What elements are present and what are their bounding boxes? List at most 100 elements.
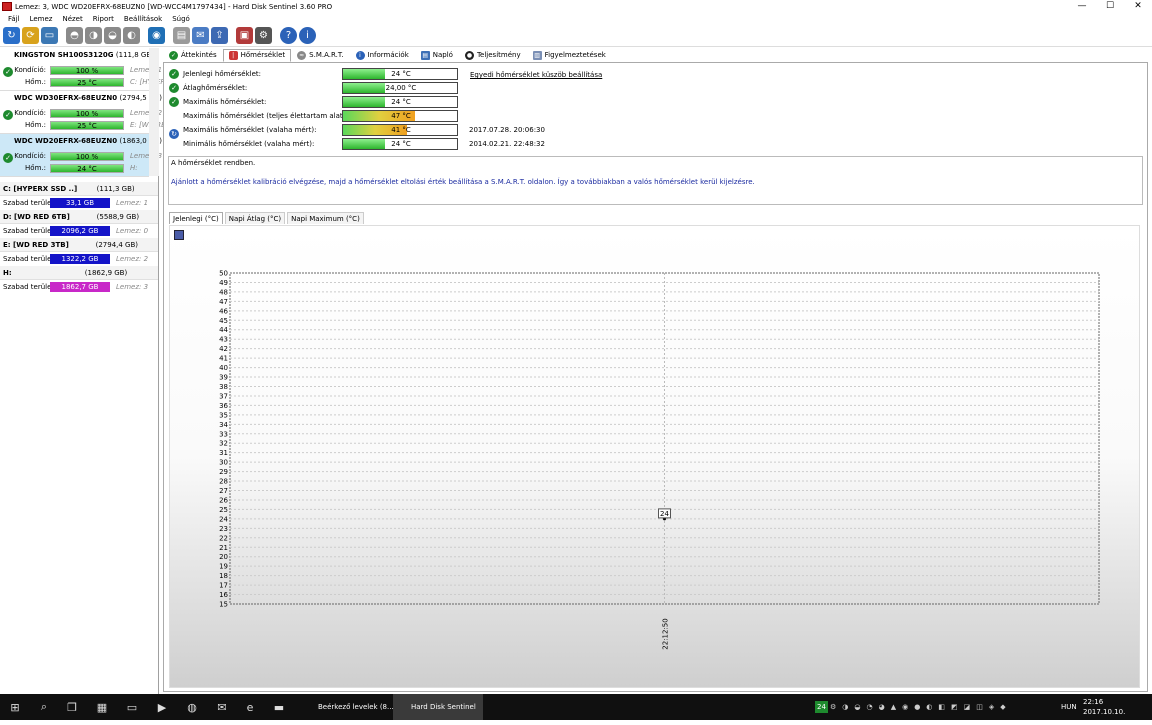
export-icon[interactable]: ⇪ bbox=[211, 27, 228, 44]
menu-disk[interactable]: Lemez bbox=[25, 15, 58, 23]
report-icon[interactable]: ▤ bbox=[173, 27, 190, 44]
y-tick-label: 48 bbox=[219, 288, 228, 296]
store-icon[interactable]: ▦ bbox=[88, 694, 116, 720]
temp-level-bar: 24,00 °C bbox=[342, 82, 458, 94]
surface-test-icon[interactable]: ◑ bbox=[85, 27, 102, 44]
disk-list-scrollbar[interactable] bbox=[149, 48, 159, 176]
tab-log[interactable]: ▤ Napló bbox=[415, 49, 459, 62]
clock-date[interactable]: 2017.10.10. bbox=[1083, 699, 1125, 725]
send-report-icon[interactable]: ✉ bbox=[192, 27, 209, 44]
condition-label: Kondíció: bbox=[14, 109, 46, 117]
gauge-icon: ● bbox=[464, 51, 474, 60]
disk-index: Lemez: 1 bbox=[116, 199, 149, 207]
x-tick-label: 22:12:50 bbox=[662, 618, 670, 649]
close-button[interactable]: ✕ bbox=[1124, 0, 1152, 13]
globe-icon[interactable]: ◉ bbox=[148, 27, 165, 44]
y-tick-label: 20 bbox=[219, 553, 228, 561]
tab-label: Napló bbox=[432, 51, 453, 59]
monitor-app-icon[interactable]: ▭ bbox=[118, 694, 146, 720]
thermometer-icon: | bbox=[228, 51, 238, 60]
condition-bar: 100 % bbox=[50, 152, 124, 161]
tab-temperature[interactable]: | Hőmérséklet bbox=[222, 49, 292, 62]
menu-view[interactable]: Nézet bbox=[57, 15, 87, 23]
temp-value: 41 °C bbox=[391, 126, 411, 134]
tab-performance[interactable]: ● Teljesítmény bbox=[459, 49, 527, 62]
y-tick-label: 21 bbox=[219, 544, 228, 552]
taskbar-app-mail[interactable]: Beérkező levelek (8... bbox=[300, 694, 394, 720]
maximize-button[interactable]: ☐ bbox=[1096, 0, 1124, 13]
temp-row-lifetime-max: Maximális hőmérséklet (teljes élettartam… bbox=[169, 110, 709, 123]
save-chart-icon[interactable] bbox=[174, 230, 184, 240]
y-tick-label: 42 bbox=[219, 345, 228, 353]
temp-level-bar: 24 °C bbox=[342, 138, 458, 150]
y-tick-label: 26 bbox=[219, 496, 228, 504]
volume-header[interactable]: H: (1862,9 GB) bbox=[0, 266, 158, 280]
tab-current-temp[interactable]: Jelenlegi (°C) bbox=[169, 212, 223, 224]
info-icon: i bbox=[355, 51, 365, 60]
ok-check-icon: ✓ bbox=[169, 69, 179, 79]
y-tick-label: 33 bbox=[219, 430, 228, 438]
tab-overview[interactable]: ✓ Áttekintés bbox=[163, 49, 223, 62]
app-icon bbox=[2, 2, 12, 11]
disk-test-icon[interactable]: ◓ bbox=[66, 27, 83, 44]
temp-row-label: Maximális hőmérséklet (valaha mért): bbox=[183, 126, 317, 134]
app-icon[interactable]: ◍ bbox=[178, 694, 206, 720]
free-space-label: Szabad terület bbox=[3, 227, 55, 235]
temperature-chart-panel: 15 16 17 18 19 20 21 22 23 24 25 26 27 28 29 30 31 32 33 34… bbox=[169, 225, 1140, 688]
disk-index: Lemez: 0 bbox=[116, 227, 149, 235]
volume-header[interactable]: D: [WD RED 6TB] (5588,9 GB) bbox=[0, 210, 158, 224]
toolbar: ↻ ⟳ ▭ ◓ ◑ ◒ ◐ ◉ ▤ ✉ ⇪ ▣ ⚙ ? i bbox=[0, 25, 1152, 47]
info-icon[interactable]: i bbox=[299, 27, 316, 44]
task-view-icon[interactable]: ❐ bbox=[58, 694, 86, 720]
media-app-icon[interactable]: ▶ bbox=[148, 694, 176, 720]
tab-daily-max[interactable]: Napi Maximum (°C) bbox=[287, 212, 364, 224]
temp-value: 24 °C bbox=[391, 70, 411, 78]
temp-row-ever-max: ↻ Maximális hőmérséklet (valaha mért): 41 … bbox=[169, 124, 709, 139]
tab-info[interactable]: i Információk bbox=[350, 49, 415, 62]
tray-icons[interactable]: ⚙◑◒◔◕▲◉●◐◧◩◪◫◈◆ bbox=[830, 694, 1055, 720]
minimize-button[interactable]: — bbox=[1068, 0, 1096, 13]
disk-item-2[interactable]: WDC WD30EFRX-68EUZN0 (2794,5 GB) ✓ Kondí… bbox=[0, 91, 164, 134]
free-space-bar: 2096,2 GB bbox=[50, 226, 110, 236]
free-space-bar: 1322,2 GB bbox=[50, 254, 110, 264]
disk-item-3[interactable]: WDC WD20EFRX-68EUZN0 (1863,0 GB) ✓ Kondí… bbox=[0, 134, 162, 177]
tab-smart[interactable]: ≈ S.M.A.R.T. bbox=[291, 49, 349, 62]
refresh-all-icon[interactable]: ⟳ bbox=[22, 27, 39, 44]
volume-size: (5588,9 GB) bbox=[96, 213, 140, 221]
menu-file[interactable]: Fájl bbox=[3, 15, 25, 23]
search-icon[interactable]: ⌕ bbox=[30, 694, 58, 720]
menu-report[interactable]: Riport bbox=[88, 15, 119, 23]
temp-row-label: Minimális hőmérséklet (valaha mért): bbox=[183, 140, 315, 148]
windows-start-icon[interactable]: ⊞ bbox=[0, 694, 30, 720]
tab-daily-average[interactable]: Napi Átlag (°C) bbox=[224, 212, 286, 224]
settings-icon[interactable]: ⚙ bbox=[255, 27, 272, 44]
temp-row-label: Jelenlegi hőmérséklet: bbox=[183, 70, 262, 78]
mail-icon[interactable]: ✉ bbox=[208, 694, 236, 720]
taskbar-app-hds[interactable]: Hard Disk Sentinel bbox=[393, 694, 483, 720]
hds-tray-badge[interactable]: 24 bbox=[815, 701, 828, 713]
disk-item-1[interactable]: KINGSTON SH100S3120G (111,8 GB) ✓ Kondíc… bbox=[0, 48, 164, 91]
monitor-icon[interactable]: ▭ bbox=[41, 27, 58, 44]
refresh-icon[interactable]: ↻ bbox=[3, 27, 20, 44]
menu-help[interactable]: Súgó bbox=[167, 15, 195, 23]
y-tick-label: 43 bbox=[219, 336, 228, 344]
y-tick-label: 15 bbox=[219, 601, 228, 609]
disk-index: Lemez: 3 bbox=[116, 283, 149, 291]
menu-settings[interactable]: Beállítások bbox=[119, 15, 167, 23]
temp-level-bar: 24 °C bbox=[342, 68, 458, 80]
file-explorer-icon[interactable]: ▬ bbox=[265, 694, 293, 720]
ok-check-icon: ✓ bbox=[3, 153, 13, 163]
edge-browser-icon[interactable]: e bbox=[236, 694, 264, 720]
title-bar: Lemez: 3, WDC WD20EFRX-68EUZN0 [WD-WCC4M… bbox=[0, 0, 1152, 13]
custom-threshold-link[interactable]: Egyedi hőmérséklet küszöb beállítása bbox=[470, 71, 602, 79]
volume-header[interactable]: E: [WD RED 3TB] (2794,4 GB) bbox=[0, 238, 158, 252]
volume-header[interactable]: C: [HYPERX SSD ..] (111,3 GB) bbox=[0, 182, 158, 196]
help-icon[interactable]: ? bbox=[280, 27, 297, 44]
language-indicator[interactable]: HUN bbox=[1061, 694, 1077, 720]
volume-name: H: bbox=[3, 269, 12, 277]
tab-alerts[interactable]: ▥ Figyelmeztetések bbox=[527, 49, 612, 62]
disk-tool-icon[interactable]: ◒ bbox=[104, 27, 121, 44]
disk-check-icon[interactable]: ◐ bbox=[123, 27, 140, 44]
temp-bar: 24 °C bbox=[50, 164, 124, 173]
alert-icon[interactable]: ▣ bbox=[236, 27, 253, 44]
